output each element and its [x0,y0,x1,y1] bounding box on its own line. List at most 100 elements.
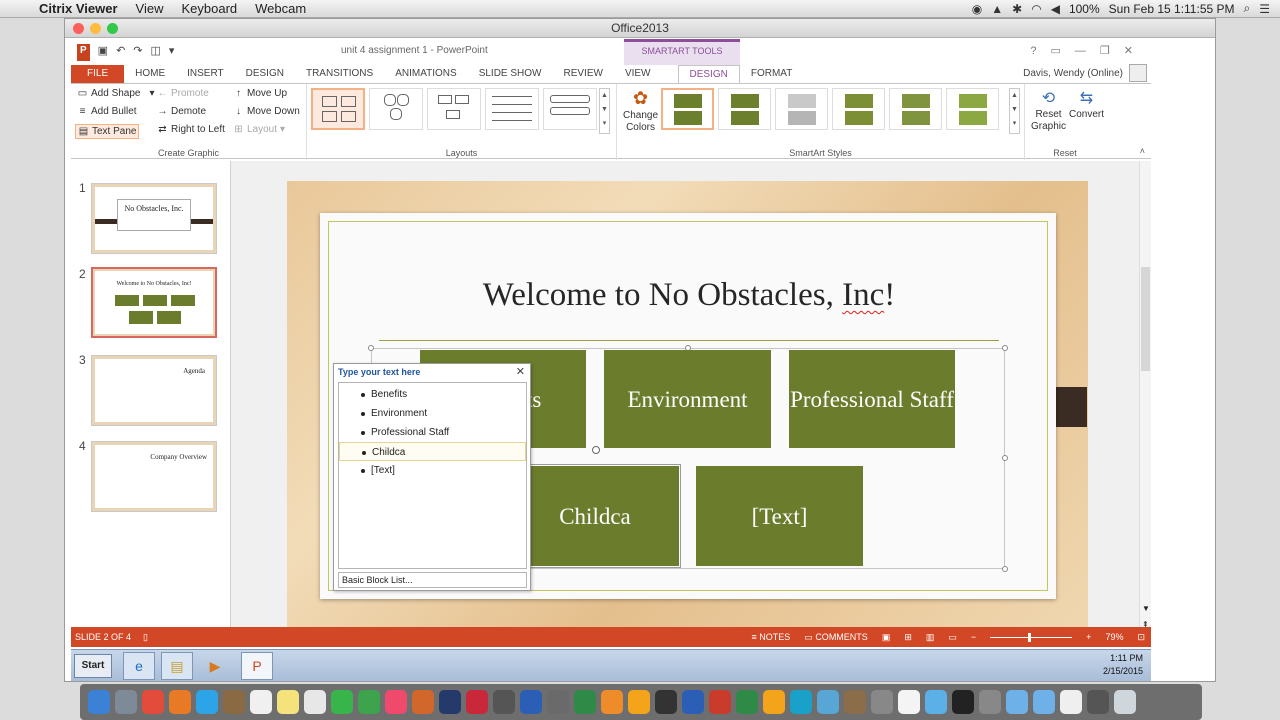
powerpoint-taskbar-icon[interactable]: P [241,652,273,680]
slide-thumb-3[interactable]: Agenda [91,355,217,426]
notification-center-icon[interactable]: ☰ [1259,2,1270,16]
add-shape-button[interactable]: ▭ Add Shape ▾ [77,88,155,99]
excel-icon-2[interactable] [736,690,758,714]
zoom-in-icon[interactable]: + [1086,627,1091,647]
demote-button[interactable]: → Demote [157,106,207,117]
slide-title[interactable]: Welcome to No Obstacles, Inc! [329,277,1049,314]
automator-icon[interactable] [844,690,866,714]
rotate-handle[interactable] [592,446,600,454]
minimize-icon[interactable]: — [1075,41,1086,61]
outlook-icon-2[interactable] [763,690,785,714]
move-down-button[interactable]: ↓ Move Down [233,106,300,117]
word-icon-2[interactable] [682,690,704,714]
text-pane-item[interactable]: Professional Staff [339,423,526,442]
tab-slide-show[interactable]: SLIDE SHOW [468,65,553,83]
documents-folder-icon[interactable] [1033,690,1055,714]
tray-date[interactable]: 2/15/2015 [1103,666,1143,676]
preview-icon[interactable] [817,690,839,714]
calendar-icon[interactable] [250,690,272,714]
text-pane-item[interactable]: Benefits [339,385,526,404]
chrome-icon[interactable] [142,690,164,714]
layouts-scroll[interactable]: ▲ ▼ ▾ [599,88,610,134]
safari-icon[interactable] [196,690,218,714]
collapse-ribbon-icon[interactable]: ˄ [1140,146,1145,156]
resize-handle[interactable] [1002,345,1008,351]
zoom-window-button[interactable] [107,23,118,34]
word-icon[interactable] [520,690,542,714]
layout-vertical-bullet[interactable] [543,88,597,130]
messages-icon[interactable] [331,690,353,714]
menu-webcam[interactable]: Webcam [246,1,315,16]
restore-icon[interactable]: ❐ [1100,41,1110,61]
tray-time[interactable]: 1:11 PM [1110,653,1143,663]
menubar-clock[interactable]: Sun Feb 15 1:11:55 PM [1109,2,1235,16]
contacts-icon[interactable] [223,690,245,714]
user-account[interactable]: Davis, Wendy (Online) [1023,65,1123,83]
smartart-block-environment[interactable]: Environment [604,350,771,448]
text-pane-button[interactable]: ▤ Text Pane [75,124,140,139]
document-stack-icon[interactable] [1060,690,1082,714]
citrix-icon[interactable] [790,690,812,714]
quicktime-icon[interactable] [466,690,488,714]
smartart-block-text-placeholder[interactable]: [Text] [696,466,863,566]
tab-home[interactable]: HOME [124,65,176,83]
normal-view-icon[interactable]: ▣ [882,627,891,647]
bluetooth-icon[interactable]: ✱ [1012,2,1022,16]
help-icon[interactable]: ? [1030,41,1036,61]
notes-icon[interactable] [277,690,299,714]
tab-smartart-format[interactable]: FORMAT [740,65,803,83]
tab-file[interactable]: FILE [71,65,125,83]
comments-button[interactable]: ▭ COMMENTS [804,627,868,647]
internet-explorer-icon[interactable]: e [123,652,155,680]
customize-qat-icon[interactable]: ▾ [169,41,175,61]
itunes-icon[interactable] [385,690,407,714]
facetime-icon[interactable] [358,690,380,714]
spelling-icon[interactable]: ▯ [143,627,148,647]
tab-smartart-design[interactable]: DESIGN [677,65,740,83]
avatar[interactable] [1129,64,1147,82]
layout-name-link[interactable]: Basic Block List... [338,572,527,588]
notes-button[interactable]: ≡ NOTES [752,627,791,647]
screen-stack-icon[interactable] [1087,690,1109,714]
style-polished[interactable] [946,88,999,130]
system-prefs-icon[interactable] [493,690,515,714]
slide-thumb-4[interactable]: Company Overview [91,441,217,512]
text-pane-item-active[interactable]: Childca [339,442,526,461]
spotlight-icon[interactable]: ⌕ [1244,1,1251,16]
cursor-app-icon[interactable] [898,690,920,714]
record-icon[interactable]: ◉ [972,2,982,16]
right-to-left-button[interactable]: ⇄ Right to Left [157,124,225,135]
style-moderate[interactable] [832,88,885,130]
style-simple-fill[interactable] [661,88,714,130]
help-dock-icon[interactable] [871,690,893,714]
phone-icon[interactable] [655,690,677,714]
menu-view[interactable]: View [127,1,173,16]
media-player-icon[interactable]: ▶ [199,652,231,680]
zoom-level[interactable]: 79% [1105,627,1123,647]
text-pane-item[interactable]: [Text] [339,461,526,480]
tab-view[interactable]: VIEW [614,65,662,83]
tab-transitions[interactable]: TRANSITIONS [295,65,384,83]
downloads-folder-icon[interactable] [1006,690,1028,714]
minimize-window-button[interactable] [90,23,101,34]
slide-sorter-icon[interactable]: ⊞ [904,627,912,647]
layout-basic-block-list[interactable] [311,88,365,130]
save-icon[interactable]: ▣ [98,41,108,61]
resize-handle[interactable] [1002,455,1008,461]
redo-icon[interactable]: ↷ [133,41,142,61]
close-window-button[interactable] [73,23,84,34]
styles-scroll[interactable]: ▲ ▼ ▾ [1009,88,1020,134]
layout-button[interactable]: ⊞ Layout ▾ [233,124,285,135]
move-up-button[interactable]: ↑ Move Up [233,88,287,99]
change-colors-button[interactable]: ✿ Change Colors [623,88,658,133]
script-icon[interactable] [547,690,569,714]
launchpad-icon[interactable] [115,690,137,714]
screen-capture-icon[interactable] [952,690,974,714]
finder-icon[interactable] [88,690,110,714]
powerpoint-dock-icon[interactable] [709,690,731,714]
ibooks-icon[interactable] [412,690,434,714]
style-subtle[interactable] [775,88,828,130]
layout-hexagon[interactable] [369,88,423,130]
menu-app[interactable]: Citrix Viewer [30,1,127,16]
battery-percent[interactable]: 100% [1069,2,1100,16]
